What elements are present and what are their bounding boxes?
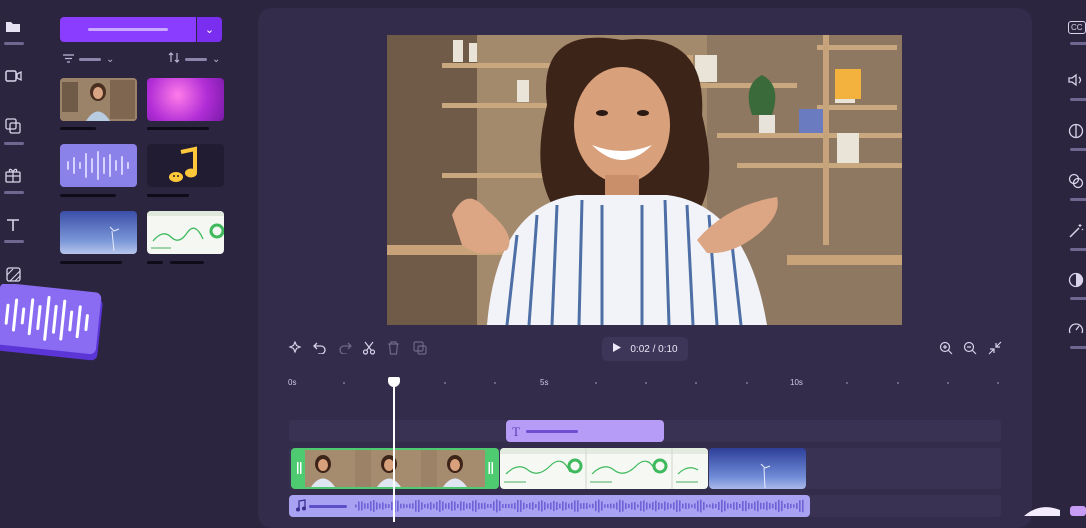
video-preview[interactable] bbox=[387, 35, 902, 325]
rail-divider bbox=[4, 142, 24, 145]
speed-icon[interactable] bbox=[1068, 321, 1084, 339]
timeline-tick-dot bbox=[594, 382, 597, 384]
sort-label-placeholder bbox=[185, 57, 207, 61]
rail-divider bbox=[1070, 98, 1086, 101]
redo-icon[interactable] bbox=[338, 341, 352, 357]
fade-icon[interactable] bbox=[1068, 123, 1084, 143]
captions-icon[interactable]: CC bbox=[1068, 17, 1086, 34]
timeline-tick-label: 5s bbox=[540, 378, 549, 387]
record-create-button[interactable] bbox=[60, 17, 196, 42]
timeline-tick-dot bbox=[745, 382, 748, 384]
undo-icon[interactable] bbox=[313, 341, 327, 357]
rail-divider bbox=[4, 240, 24, 243]
timeline-tick-label: 0s bbox=[288, 378, 297, 387]
media-thumbnail-audio[interactable] bbox=[60, 144, 137, 187]
rail-divider bbox=[1070, 297, 1086, 300]
audio-waveform-sticker bbox=[0, 284, 103, 361]
text-clip[interactable]: T bbox=[506, 420, 664, 442]
video-camera-icon[interactable] bbox=[4, 67, 22, 85]
rail-divider bbox=[4, 191, 24, 194]
magic-wand-icon[interactable] bbox=[1068, 223, 1084, 243]
duplicate-icon[interactable] bbox=[413, 341, 427, 358]
music-note-icon bbox=[169, 146, 197, 182]
media-thumbnail-music-sticker[interactable] bbox=[147, 144, 224, 187]
video-clip-sky[interactable] bbox=[709, 448, 806, 489]
editor-window: { "player": {"play_icon": "play-icon", "… bbox=[0, 0, 1086, 528]
media-thumbnail-woman-video[interactable] bbox=[60, 78, 137, 121]
timeline-tick-dot bbox=[896, 382, 899, 384]
media-swap-icon[interactable] bbox=[4, 117, 22, 135]
rail-divider bbox=[1070, 346, 1086, 349]
decorative-shape bbox=[1024, 506, 1086, 516]
rail-divider bbox=[1070, 42, 1086, 45]
thumbnail-caption bbox=[60, 127, 96, 130]
audio-waveform bbox=[355, 499, 804, 513]
chevron-down-icon: ⌄ bbox=[106, 53, 115, 65]
filters-icon[interactable] bbox=[1068, 173, 1084, 193]
templates-icon[interactable] bbox=[4, 166, 22, 184]
time-display: 0:02 / 0:10 bbox=[630, 343, 678, 355]
video-clip-chart-screen[interactable] bbox=[500, 448, 708, 489]
zoom-out-icon[interactable] bbox=[963, 341, 977, 358]
playback-control[interactable]: 0:02 / 0:10 bbox=[602, 337, 688, 361]
thumbnail-caption bbox=[147, 261, 163, 264]
button-label-placeholder bbox=[88, 28, 168, 31]
timeline-tick-dot bbox=[946, 382, 949, 384]
thumbnail-caption bbox=[147, 127, 209, 130]
chevron-down-icon: ⌄ bbox=[204, 24, 215, 36]
sort-button[interactable]: ⌄ bbox=[168, 52, 220, 66]
playhead-line bbox=[393, 382, 395, 522]
color-adjust-icon[interactable] bbox=[1068, 272, 1084, 292]
folder-tab-indicator bbox=[4, 42, 24, 45]
text-clip-label-placeholder bbox=[526, 430, 578, 433]
dropdown-button[interactable]: ⌄ bbox=[197, 17, 222, 42]
audio-clip-label-placeholder bbox=[309, 505, 347, 508]
thumbnail-caption bbox=[170, 261, 204, 264]
music-note-icon bbox=[295, 499, 306, 517]
thumbnail-caption bbox=[147, 194, 189, 197]
split-scissors-icon[interactable] bbox=[362, 341, 376, 358]
rail-divider bbox=[1070, 198, 1086, 201]
delete-trash-icon[interactable] bbox=[387, 341, 400, 358]
volume-icon[interactable] bbox=[1068, 73, 1084, 91]
media-thumbnail-sky[interactable] bbox=[60, 211, 137, 254]
filter-button[interactable]: ⌄ bbox=[63, 52, 114, 66]
zoom-in-icon[interactable] bbox=[939, 341, 953, 358]
thumbnail-caption bbox=[60, 194, 116, 197]
magic-edit-icon[interactable] bbox=[288, 340, 302, 358]
media-thumbnail-purple-abstract[interactable] bbox=[147, 78, 224, 121]
thumbnail-caption bbox=[60, 261, 122, 264]
sort-icon bbox=[168, 52, 180, 66]
chevron-down-icon: ⌄ bbox=[212, 53, 221, 65]
timeline-tick-label: 10s bbox=[790, 378, 803, 387]
fit-to-screen-icon[interactable] bbox=[988, 341, 1002, 358]
rail-divider bbox=[1070, 148, 1086, 151]
audio-clip[interactable] bbox=[289, 495, 810, 517]
filter-label-placeholder bbox=[79, 57, 101, 61]
rail-divider bbox=[1070, 248, 1086, 251]
play-icon[interactable] bbox=[612, 342, 622, 356]
media-thumbnail-chart-screen[interactable] bbox=[147, 211, 224, 254]
transitions-icon[interactable] bbox=[4, 265, 22, 283]
text-clip-icon: T bbox=[512, 424, 520, 439]
captions-icon-label: CC bbox=[1068, 21, 1086, 34]
filter-icon bbox=[63, 52, 74, 66]
folder-icon[interactable] bbox=[4, 17, 22, 35]
video-frame-woman bbox=[387, 35, 902, 325]
timeline-tick-dot bbox=[443, 382, 446, 384]
video-clip-woman[interactable] bbox=[291, 448, 499, 489]
text-icon[interactable] bbox=[4, 216, 22, 234]
